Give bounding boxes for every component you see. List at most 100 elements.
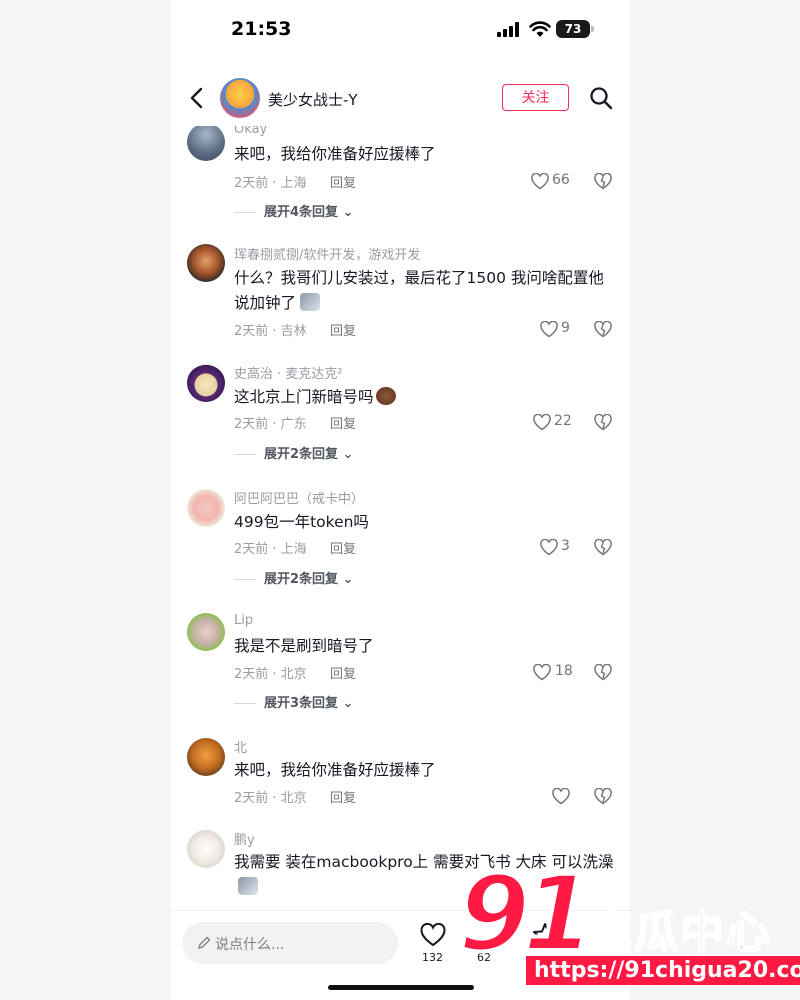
comment-input-placeholder: 说点什么...: [215, 937, 285, 953]
expand-replies-label: 展开2条回复: [264, 447, 339, 462]
phone-screen: 21:53 73 美少女战士-Y 关注 Okay 来吧，我给你准备好应援棒了 2…: [171, 0, 630, 1000]
user-avatar[interactable]: [187, 830, 225, 868]
comment-username[interactable]: 鹏y: [234, 829, 255, 848]
divider: [234, 579, 256, 580]
status-bar: 21:53 73: [171, 0, 630, 60]
user-avatar[interactable]: [187, 244, 225, 282]
chevron-down-icon: ⌄: [342, 447, 354, 462]
watermark-number: 91: [456, 853, 597, 975]
reply-button[interactable]: 回复: [330, 320, 356, 339]
comment-header: 美少女战士-Y 关注: [171, 70, 630, 126]
like-heart-icon[interactable]: [531, 173, 549, 190]
expand-replies[interactable]: 展开3条回复 ⌄: [234, 692, 353, 711]
dislike-broken-heart-icon[interactable]: [594, 173, 612, 190]
like-count: 66: [552, 172, 570, 188]
divider: [234, 212, 256, 213]
comment-username[interactable]: Lip: [234, 613, 253, 628]
user-avatar[interactable]: [187, 738, 225, 776]
dislike-broken-heart-icon[interactable]: [594, 664, 612, 681]
chevron-down-icon: ⌄: [342, 572, 354, 587]
expand-replies[interactable]: 展开2条回复 ⌄: [234, 443, 353, 462]
like-heart-icon[interactable]: [540, 539, 558, 556]
author-avatar[interactable]: [220, 78, 260, 118]
expand-replies-label: 展开2条回复: [264, 572, 339, 587]
dislike-broken-heart-icon[interactable]: [594, 539, 612, 556]
like-heart-icon[interactable]: [540, 321, 558, 338]
comment-text-content: 什么？我哥们儿安装过，最后花了1500 我问啥配置他说加钟了: [234, 269, 604, 312]
watermark-url: https://91chigua20.com: [524, 954, 800, 987]
comment-item: 北 来吧，我给你准备好应援棒了 2天前 · 北京 回复: [171, 736, 630, 826]
comment-text: 499包一年token吗: [234, 513, 369, 531]
expand-replies[interactable]: 展开2条回复 ⌄: [234, 568, 353, 587]
comment-item: 阿巴阿巴巴（戒卡中） 499包一年token吗 2天前 · 上海 回复 3 展开…: [171, 487, 630, 597]
comment-text: 我是不是刷到暗号了: [234, 637, 374, 655]
comment-time-location: 2天前 · 吉林: [234, 324, 307, 339]
pencil-icon: [198, 936, 211, 949]
comment-text: 什么？我哥们儿安装过，最后花了1500 我问啥配置他说加钟了: [234, 266, 614, 316]
user-avatar[interactable]: [187, 364, 225, 402]
back-arrow-icon[interactable]: [187, 86, 207, 110]
like-count: 18: [555, 663, 573, 679]
comment-time-location: 2天前 · 广东: [234, 417, 307, 432]
comment-input[interactable]: 说点什么...: [182, 922, 398, 964]
comment-item: Lip 我是不是刷到暗号了 2天前 · 北京 回复 18 展开3条回复 ⌄: [171, 611, 630, 721]
like-count: 22: [554, 413, 572, 429]
reply-button[interactable]: 回复: [330, 538, 356, 557]
comment-time-location: 2天前 · 上海: [234, 542, 307, 557]
watermark-name: 吃瓜中心: [587, 906, 772, 959]
author-name[interactable]: 美少女战士-Y: [268, 89, 358, 110]
comment-item: 珲春捌贰捌/软件开发，游戏开发 什么？我哥们儿安装过，最后花了1500 我问啥配…: [171, 242, 630, 352]
comment-item: Okay 来吧，我给你准备好应援棒了 2天前 · 上海 回复 66 展开4条回复…: [171, 126, 630, 236]
dislike-broken-heart-icon[interactable]: [594, 414, 612, 431]
divider: [234, 703, 256, 704]
comment-username[interactable]: 北: [234, 737, 247, 756]
reply-button[interactable]: 回复: [330, 172, 356, 191]
reply-button[interactable]: 回复: [330, 787, 356, 806]
like-heart-icon[interactable]: [533, 664, 551, 681]
cat-emoji-icon: [300, 293, 321, 311]
like-count: 9: [561, 320, 570, 336]
comment-text: 来吧，我给你准备好应援棒了: [234, 761, 436, 779]
home-indicator: [328, 985, 474, 990]
like-heart-icon[interactable]: [419, 921, 447, 949]
status-time: 21:53: [231, 18, 292, 40]
wifi-icon: [529, 21, 551, 37]
expand-replies-label: 展开3条回复: [264, 696, 339, 711]
reply-button[interactable]: 回复: [330, 413, 356, 432]
battery-cap: [591, 26, 594, 32]
like-heart-icon[interactable]: [552, 788, 570, 805]
reply-button[interactable]: 回复: [330, 663, 356, 682]
dislike-broken-heart-icon[interactable]: [594, 321, 612, 338]
cellular-signal-icon: [497, 22, 519, 37]
comment-time-location: 2天前 · 上海: [234, 176, 307, 191]
watermark: 91 吃瓜中心 https://91chigua20.com: [456, 853, 800, 992]
like-heart-icon[interactable]: [533, 414, 551, 431]
search-icon[interactable]: [589, 86, 613, 110]
like-total: 132: [422, 951, 443, 964]
user-avatar[interactable]: [187, 489, 225, 527]
expand-replies[interactable]: 展开4条回复 ⌄: [234, 201, 353, 220]
follow-button[interactable]: 关注: [502, 84, 569, 111]
comment-item: 史高治 · 麦克达克² 这北京上门新暗号吗 2天前 · 广东 回复 22 展开2…: [171, 362, 630, 472]
like-count: 3: [561, 538, 570, 554]
comment-text: 这北京上门新暗号吗: [234, 385, 614, 410]
comment-username[interactable]: Okay: [234, 126, 267, 137]
battery-icon: 73: [556, 20, 590, 38]
chevron-down-icon: ⌄: [342, 205, 354, 220]
divider: [234, 454, 256, 455]
blush-emoji-icon: [375, 387, 396, 405]
comment-list[interactable]: Okay 来吧，我给你准备好应援棒了 2天前 · 上海 回复 66 展开4条回复…: [171, 126, 630, 910]
comment-username[interactable]: 阿巴阿巴巴（戒卡中）: [234, 488, 364, 507]
comment-time-location: 2天前 · 北京: [234, 791, 307, 806]
user-avatar[interactable]: [187, 613, 225, 651]
dislike-broken-heart-icon[interactable]: [594, 788, 612, 805]
cat-emoji-icon: [238, 877, 258, 895]
user-avatar[interactable]: [187, 126, 225, 161]
comment-time-location: 2天前 · 北京: [234, 667, 307, 682]
comment-text: 来吧，我给你准备好应援棒了: [234, 145, 436, 163]
expand-replies-label: 展开4条回复: [264, 205, 339, 220]
comment-username[interactable]: 史高治 · 麦克达克²: [234, 363, 343, 382]
chevron-down-icon: ⌄: [342, 696, 354, 711]
comment-text-content: 这北京上门新暗号吗: [234, 388, 374, 406]
comment-username[interactable]: 珲春捌贰捌/软件开发，游戏开发: [234, 244, 420, 263]
